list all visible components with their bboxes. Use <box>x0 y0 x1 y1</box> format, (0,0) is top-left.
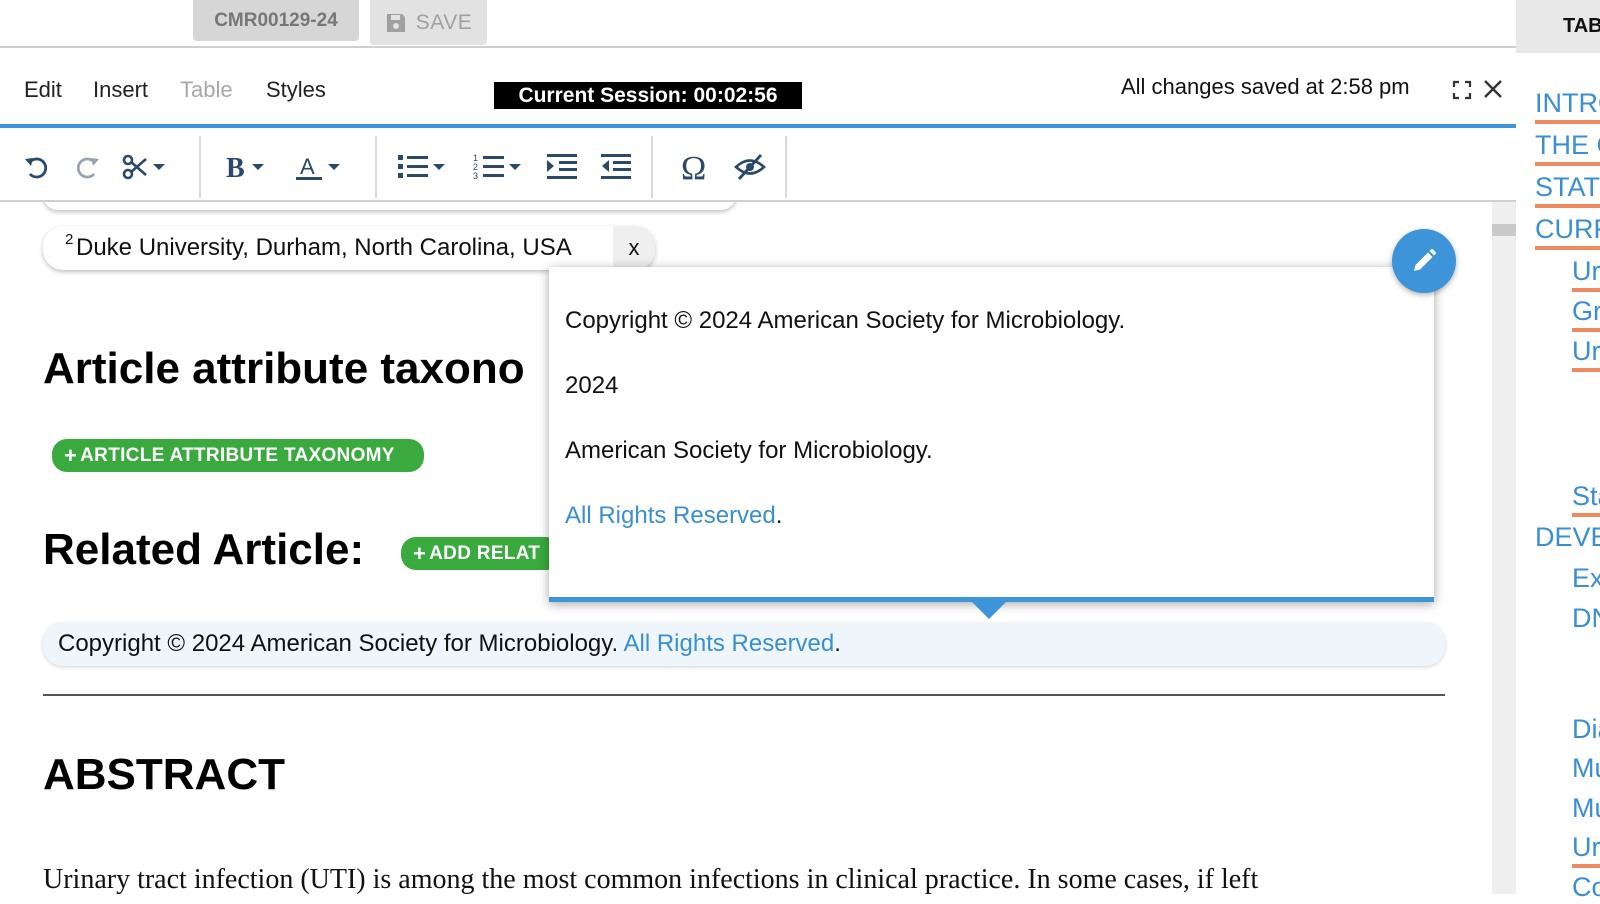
popup-period: . <box>775 502 783 529</box>
bold-icon: B <box>226 153 245 181</box>
editor-toolbar: B A 123 Ω <box>0 124 1516 202</box>
toc-item[interactable]: Mu <box>1572 751 1600 785</box>
undo-button[interactable] <box>22 150 50 184</box>
scrollbar-thumb[interactable] <box>1492 224 1516 236</box>
svg-text:3: 3 <box>473 171 478 181</box>
cut-button[interactable] <box>121 150 165 184</box>
font-color-icon: A <box>296 154 322 180</box>
content-scrollbar[interactable] <box>1492 202 1516 894</box>
popup-copyright-holder: American Society for Microbiology. <box>565 437 933 464</box>
toc-item[interactable]: Gr <box>1572 294 1600 332</box>
menu-insert[interactable]: Insert <box>93 77 148 103</box>
toolbar-divider <box>375 136 377 198</box>
toolbar-divider <box>651 136 653 198</box>
popup-copyright-year: 2024 <box>565 372 619 399</box>
fullscreen-icon[interactable] <box>1452 80 1472 100</box>
popup-rights-link[interactable]: All Rights Reserved <box>565 502 776 529</box>
copyright-text: Copyright © 2024 American Society for Mi… <box>58 630 619 657</box>
plus-icon: + <box>64 442 78 468</box>
add-related-article-button[interactable]: + ADD RELAT <box>401 537 561 570</box>
toc-item[interactable]: Sta <box>1572 479 1600 517</box>
chevron-down-icon <box>433 164 445 170</box>
affiliation-text: Duke University, Durham, North Carolina,… <box>76 234 572 261</box>
popup-pointer <box>971 601 1007 619</box>
bold-button[interactable]: B <box>224 150 264 184</box>
copyright-period: . <box>834 630 841 657</box>
indent-icon <box>547 154 577 179</box>
save-status-text: All changes saved at 2:58 pm <box>1121 74 1410 99</box>
toc-header: TABLE <box>1516 0 1600 53</box>
add-taxonomy-button[interactable]: + ARTICLE ATTRIBUTE TAXONOMY <box>52 439 424 472</box>
toc-item[interactable]: STATU <box>1535 170 1600 208</box>
chevron-down-icon <box>328 164 340 170</box>
undo-icon <box>25 157 48 179</box>
taxonomy-heading: Article attribute taxono <box>43 344 525 393</box>
affiliation-pill[interactable]: 2 Duke University, Durham, North Carolin… <box>43 226 655 270</box>
indent-button[interactable] <box>546 150 578 184</box>
numbered-list-button[interactable]: 123 <box>473 150 521 184</box>
toc-item[interactable]: Ur <box>1572 334 1600 372</box>
svg-text:A: A <box>300 154 315 179</box>
special-character-button[interactable]: Ω <box>680 150 712 184</box>
close-icon[interactable] <box>1482 78 1504 100</box>
toc-item[interactable]: Ur <box>1572 254 1600 292</box>
affiliation-superscript: 2 <box>65 231 74 248</box>
svg-text:B: B <box>226 153 245 181</box>
copyright-edit-popup[interactable]: Copyright © 2024 American Society for Mi… <box>549 267 1434 602</box>
top-bar: CMR00129-24 SAVE <box>0 0 1516 48</box>
outdent-icon <box>601 154 631 179</box>
pencil-icon <box>1414 249 1436 271</box>
remove-affiliation-button[interactable]: x <box>613 226 655 270</box>
toolbar-divider <box>785 136 787 198</box>
font-color-button[interactable]: A <box>294 150 340 184</box>
toc-item[interactable]: Ur <box>1572 830 1600 868</box>
toc-item[interactable]: CURR <box>1535 212 1600 250</box>
menu-styles[interactable]: Styles <box>266 77 326 103</box>
bullet-list-button[interactable] <box>397 150 445 184</box>
toc-item[interactable]: INTRO <box>1535 86 1600 124</box>
toc-item[interactable]: Ex <box>1572 561 1600 595</box>
add-taxonomy-label: ARTICLE ATTRIBUTE TAXONOMY <box>80 444 395 466</box>
numbered-list-icon: 123 <box>473 153 504 181</box>
chevron-down-icon <box>153 164 165 170</box>
svg-text:Ω: Ω <box>681 151 706 183</box>
toc-item[interactable]: Mu <box>1572 791 1600 825</box>
redo-button[interactable] <box>74 150 102 184</box>
save-button[interactable]: SAVE <box>370 0 487 45</box>
toc-item[interactable]: DN <box>1572 601 1600 635</box>
related-article-heading: Related Article: <box>43 525 365 574</box>
plus-icon: + <box>413 540 427 566</box>
toc-item[interactable]: Co <box>1572 870 1600 904</box>
abstract-heading: ABSTRACT <box>43 750 285 799</box>
bullet-list-icon <box>398 155 428 178</box>
copyright-rights-link[interactable]: All Rights Reserved <box>624 630 835 657</box>
affiliation-pill-previous[interactable] <box>43 202 736 210</box>
cut-icon <box>122 154 147 180</box>
edit-button[interactable] <box>1392 229 1456 293</box>
save-button-label: SAVE <box>415 10 473 34</box>
abstract-paragraph: Urinary tract infection (UTI) is among t… <box>43 864 1259 894</box>
document-id-badge[interactable]: CMR00129-24 <box>193 0 359 41</box>
toolbar-divider <box>199 136 201 198</box>
toc-item[interactable]: THE C <box>1535 128 1600 166</box>
popup-copyright-statement: Copyright © 2024 American Society for Mi… <box>565 307 1126 334</box>
add-related-article-label: ADD RELAT <box>429 542 541 564</box>
section-divider <box>43 694 1445 696</box>
eye-slash-icon <box>734 154 766 180</box>
chevron-down-icon <box>252 164 264 170</box>
session-timer: Current Session: 00:02:56 <box>494 82 802 109</box>
menu-edit[interactable]: Edit <box>24 77 62 103</box>
popup-license-line: All Rights Reserved. <box>565 502 782 530</box>
chevron-down-icon <box>509 164 521 170</box>
toc-item[interactable]: Dia <box>1572 712 1600 746</box>
floppy-disk-icon <box>386 13 405 32</box>
copyright-statement[interactable]: Copyright © 2024 American Society for Mi… <box>43 623 1445 666</box>
omega-icon: Ω <box>681 151 706 183</box>
toc-item[interactable]: DEVE <box>1535 520 1600 554</box>
redo-icon <box>76 157 99 179</box>
outdent-button[interactable] <box>600 150 632 184</box>
hide-button[interactable] <box>734 150 766 184</box>
menu-table[interactable]: Table <box>180 77 233 103</box>
